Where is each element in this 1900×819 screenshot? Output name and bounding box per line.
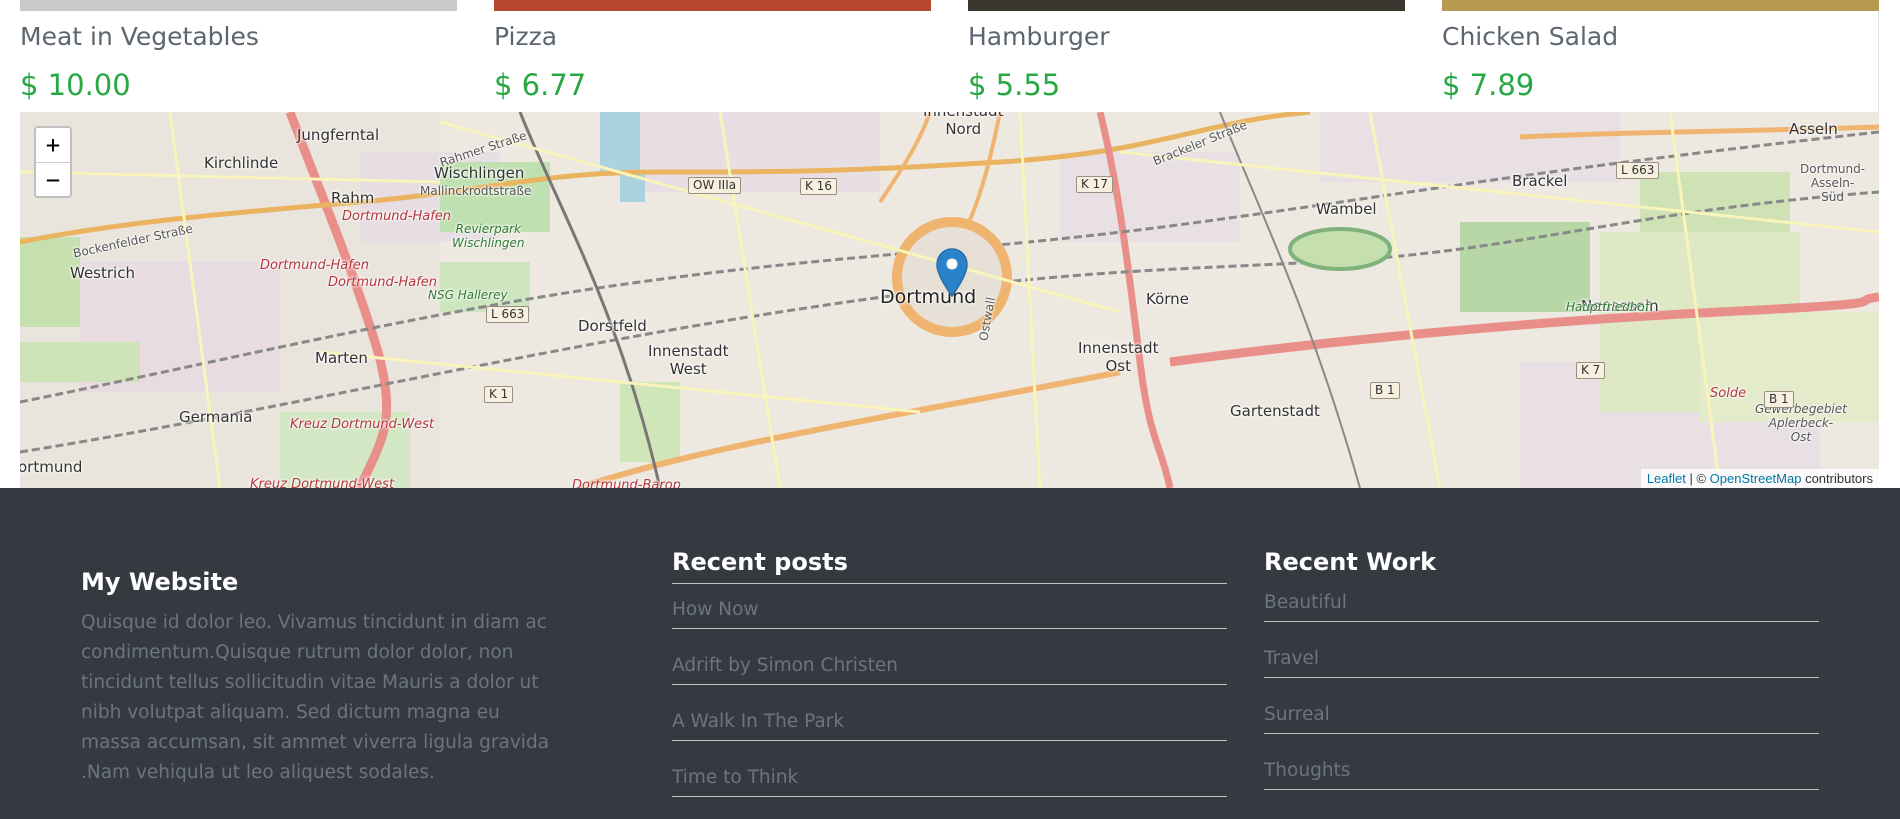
recent-work-label[interactable]: Surreal bbox=[1264, 704, 1330, 725]
road-shield: B 1 bbox=[1764, 391, 1794, 408]
road-shield: OW IIIa bbox=[688, 177, 742, 194]
map-label-transit: Kreuz Dortmund-West bbox=[250, 477, 395, 488]
road-shield: L 663 bbox=[1616, 162, 1660, 179]
map-label: Kirchlinde bbox=[204, 154, 279, 172]
product-price: $ 5.55 bbox=[968, 68, 1061, 102]
attribution-suffix: contributors bbox=[1801, 471, 1873, 486]
footer-about-title: My Website bbox=[81, 568, 239, 596]
map-label: Rahm bbox=[331, 189, 375, 207]
map-label: Marten bbox=[315, 349, 368, 367]
zoom-out-button[interactable]: − bbox=[36, 162, 70, 196]
product-image[interactable] bbox=[1442, 0, 1879, 11]
map-label: Jungferntal bbox=[297, 126, 380, 144]
map-label: Körne bbox=[1146, 290, 1189, 308]
map-attribution: Leaflet | © OpenStreetMap contributors bbox=[1640, 469, 1879, 488]
map-label: Westrich bbox=[70, 264, 135, 282]
attribution-separator: | © bbox=[1685, 471, 1710, 486]
map-label-park: Hauptfriedhof bbox=[1566, 300, 1649, 314]
map-label: Germania bbox=[179, 408, 253, 426]
location-pin-icon[interactable] bbox=[935, 248, 969, 298]
map-label-transit: Dortmund-Hafen bbox=[260, 258, 370, 273]
recent-post-link[interactable]: Adrift by Simon Christen bbox=[672, 629, 1227, 685]
product-card[interactable]: Hamburger $ 5.55 bbox=[968, 0, 1405, 112]
map-label: Dortmund- Asseln- Süd bbox=[1800, 162, 1866, 204]
leaflet-link[interactable]: Leaflet bbox=[1647, 471, 1686, 486]
recent-post-link[interactable]: How Now bbox=[672, 584, 1227, 629]
product-name[interactable]: Meat in Vegetables bbox=[20, 22, 259, 51]
map-label-transit: Solde bbox=[1710, 386, 1747, 401]
map-label-transit: Kreuz Dortmund-West bbox=[290, 417, 435, 432]
recent-post-label[interactable]: A Walk In The Park bbox=[672, 711, 844, 732]
recent-post-link[interactable]: A Walk In The Park bbox=[672, 685, 1227, 741]
map-label: ortmund bbox=[20, 458, 83, 476]
map-zoom-control: + − bbox=[34, 126, 72, 198]
product-price: $ 7.89 bbox=[1442, 68, 1535, 102]
map-label-transit: Dortmund-Barop bbox=[572, 478, 681, 488]
road-shield: K 7 bbox=[1576, 362, 1606, 379]
map-label-transit: Dortmund-Hafen bbox=[342, 209, 452, 224]
map-label: Dorstfeld bbox=[578, 317, 647, 335]
product-image[interactable] bbox=[20, 0, 457, 11]
map-label: Gewerbegebiet Aplerbeck- Ost bbox=[1755, 402, 1847, 444]
product-card[interactable]: Meat in Vegetables $ 10.00 bbox=[20, 0, 457, 112]
recent-work-link[interactable]: Beautiful bbox=[1264, 566, 1819, 622]
road-shield: K 17 bbox=[1076, 176, 1113, 193]
product-name[interactable]: Chicken Salad bbox=[1442, 22, 1618, 51]
recent-post-label[interactable]: How Now bbox=[672, 599, 759, 620]
recent-post-label[interactable]: Time to Think bbox=[672, 767, 798, 788]
map-label: Wambel bbox=[1316, 200, 1377, 218]
map-label: Brackel bbox=[1512, 172, 1568, 190]
map-label: Innenstadt West bbox=[648, 342, 729, 378]
recent-work-link[interactable]: Travel bbox=[1264, 622, 1819, 678]
product-price: $ 10.00 bbox=[20, 68, 131, 102]
map-label-transit: Dortmund-Hafen bbox=[328, 275, 438, 290]
location-map[interactable]: Jungferntal Kirchlinde Rahm Wischlingen … bbox=[20, 112, 1879, 488]
product-card[interactable]: Pizza $ 6.77 bbox=[494, 0, 931, 112]
product-strip: Meat in Vegetables $ 10.00 Pizza $ 6.77 … bbox=[20, 0, 1879, 112]
openstreetmap-link[interactable]: OpenStreetMap bbox=[1710, 471, 1802, 486]
map-label: Innenstadt Nord bbox=[923, 112, 1003, 138]
road-shield: K 1 bbox=[484, 386, 514, 403]
road-shield: K 16 bbox=[800, 178, 837, 195]
product-image[interactable] bbox=[494, 0, 931, 11]
product-card[interactable]: Chicken Salad $ 7.89 bbox=[1442, 0, 1879, 112]
zoom-in-button[interactable]: + bbox=[36, 128, 70, 162]
recent-work-label[interactable]: Thoughts bbox=[1264, 760, 1350, 781]
recent-work-label[interactable]: Beautiful bbox=[1264, 592, 1347, 613]
product-name[interactable]: Hamburger bbox=[968, 22, 1110, 51]
road-shield: B 1 bbox=[1370, 382, 1400, 399]
footer-about-text: Quisque id dolor leo. Vivamus tincidunt … bbox=[81, 612, 550, 783]
product-price: $ 6.77 bbox=[494, 68, 587, 102]
map-label-street: Mallinckrodtstraße bbox=[420, 184, 532, 198]
recent-work-label[interactable]: Travel bbox=[1264, 648, 1319, 669]
site-footer: My Website Quisque id dolor leo. Vivamus… bbox=[0, 488, 1900, 819]
map-label: Asseln bbox=[1789, 120, 1838, 138]
road-shield: L 663 bbox=[486, 306, 530, 323]
recent-post-label[interactable]: Adrift by Simon Christen bbox=[672, 655, 898, 676]
product-name[interactable]: Pizza bbox=[494, 22, 557, 51]
recent-posts-title: Recent posts bbox=[672, 548, 848, 576]
map-label-park: Revierpark Wischlingen bbox=[452, 222, 525, 250]
product-image[interactable] bbox=[968, 0, 1405, 11]
map-label-park: NSG Hallerey bbox=[428, 288, 508, 302]
map-label: Gartenstadt bbox=[1230, 402, 1320, 420]
recent-post-link[interactable]: Time to Think bbox=[672, 741, 1227, 797]
map-label: Innenstadt Ost bbox=[1078, 339, 1159, 375]
recent-work-link[interactable]: Thoughts bbox=[1264, 734, 1819, 790]
recent-work-link[interactable]: Surreal bbox=[1264, 678, 1819, 734]
